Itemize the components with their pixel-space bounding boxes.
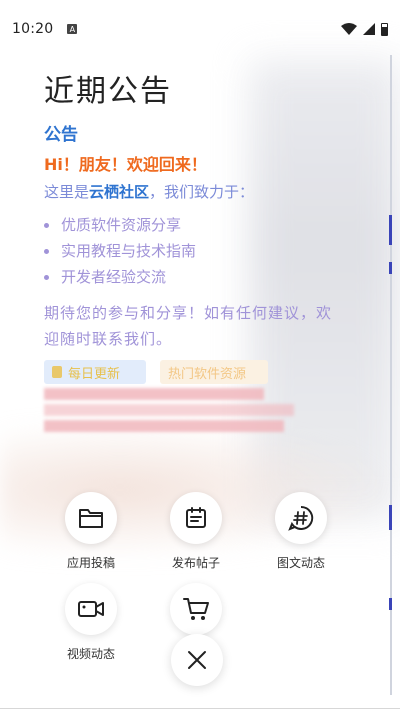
calendar-icon bbox=[186, 507, 206, 528]
intro-suffix: ，我们致力于： bbox=[149, 183, 255, 201]
announcement-heading: 公告 bbox=[44, 125, 78, 145]
intro-prefix: 这里是 bbox=[44, 183, 90, 201]
edge-mark bbox=[389, 598, 392, 610]
post-label: 发布帖子 bbox=[171, 556, 220, 570]
bullet-dot-icon bbox=[44, 248, 49, 254]
blurred-row bbox=[44, 404, 294, 416]
tag-daily-update[interactable]: 每日更新 bbox=[44, 360, 146, 384]
app-submit-label: 应用投稿 bbox=[66, 556, 115, 570]
feature-list: 优质软件资源分享 实用教程与技术指南 开发者经验交流 bbox=[44, 212, 344, 290]
tag-label: 每日更新 bbox=[68, 366, 121, 382]
list-item: 优质软件资源分享 bbox=[44, 212, 344, 238]
bullet-dot-icon bbox=[44, 222, 49, 228]
shop-action[interactable] bbox=[151, 583, 241, 635]
close-button[interactable] bbox=[171, 634, 223, 686]
notification-badge-icon: A bbox=[67, 24, 78, 34]
bullet-dot-icon bbox=[44, 274, 49, 280]
close-icon bbox=[188, 651, 206, 669]
video-label: 视频动态 bbox=[66, 647, 115, 661]
edge-mark bbox=[389, 215, 392, 245]
image-text-button[interactable] bbox=[275, 492, 327, 544]
post-action[interactable]: 发布帖子 bbox=[151, 492, 241, 571]
list-item-label: 优质软件资源分享 bbox=[61, 216, 182, 234]
video-action[interactable]: 视频动态 bbox=[46, 583, 136, 662]
intro-text: 这里是云栖社区，我们致力于： bbox=[44, 181, 344, 202]
folder-icon bbox=[79, 509, 103, 528]
list-item: 开发者经验交流 bbox=[44, 264, 344, 290]
status-time: 10:20 bbox=[12, 21, 54, 37]
list-item-label: 实用教程与技术指南 bbox=[61, 242, 197, 260]
greeting-text: Hi！朋友！欢迎回来！ bbox=[44, 155, 207, 174]
divider bbox=[0, 708, 400, 709]
blurred-row bbox=[44, 420, 284, 432]
edge-mark bbox=[389, 505, 392, 530]
app-submit-action[interactable]: 应用投稿 bbox=[46, 492, 136, 571]
status-bar: 10:20 A bbox=[0, 0, 400, 58]
blurred-row bbox=[44, 388, 264, 400]
edge-mark bbox=[389, 262, 392, 274]
list-item-label: 开发者经验交流 bbox=[61, 268, 167, 286]
list-item: 实用教程与技术指南 bbox=[44, 238, 344, 264]
tag-row: 每日更新 热门软件资源 bbox=[44, 360, 268, 384]
announcement-content: 公告 Hi！朋友！欢迎回来！ 这里是云栖社区，我们致力于： 优质软件资源分享 实… bbox=[44, 120, 344, 352]
video-camera-icon bbox=[78, 601, 104, 617]
page-title: 近期公告 bbox=[44, 74, 172, 109]
wifi-icon bbox=[341, 23, 357, 35]
status-icons bbox=[341, 22, 388, 36]
tag-hot-software[interactable]: 热门软件资源 bbox=[160, 360, 268, 384]
shopping-cart-icon bbox=[183, 598, 209, 620]
tag-label: 热门软件资源 bbox=[168, 366, 247, 382]
thumb-icon bbox=[52, 366, 62, 378]
brand-name: 云栖社区 bbox=[89, 183, 150, 201]
hashtag-icon bbox=[288, 505, 314, 531]
signal-icon bbox=[363, 23, 375, 35]
post-button[interactable] bbox=[170, 492, 222, 544]
battery-icon bbox=[381, 22, 388, 36]
image-text-action[interactable]: 图文动态 bbox=[256, 492, 346, 571]
video-button[interactable] bbox=[65, 583, 117, 635]
image-text-label: 图文动态 bbox=[276, 556, 325, 570]
closing-text: 期待您的参与和分享！如有任何建议，欢迎随时联系我们。 bbox=[44, 304, 333, 348]
shop-button[interactable] bbox=[170, 583, 222, 635]
app-submit-button[interactable] bbox=[65, 492, 117, 544]
